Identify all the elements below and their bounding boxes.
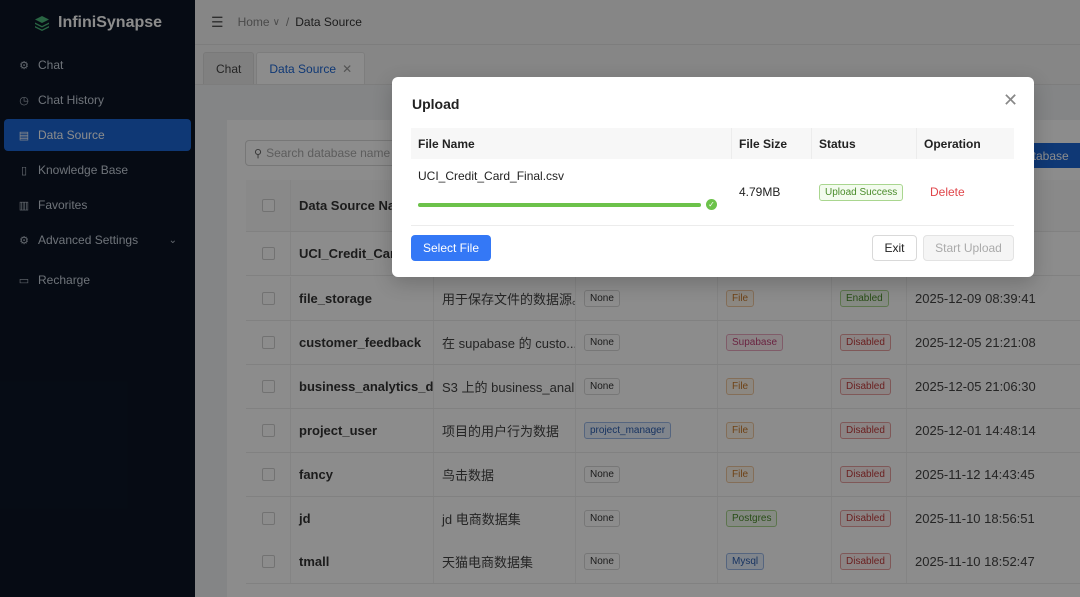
delete-link[interactable]: Delete bbox=[930, 185, 965, 199]
operation-cell: Delete bbox=[917, 159, 1014, 225]
column-header-file-name: File Name bbox=[411, 128, 732, 159]
select-file-button[interactable]: Select File bbox=[411, 235, 491, 261]
file-size-cell: 4.79MB bbox=[732, 159, 812, 225]
column-header-file-size: File Size bbox=[732, 128, 812, 159]
upload-modal: Upload ✕ File Name File Size Status Oper… bbox=[392, 77, 1034, 277]
upload-progress-bar bbox=[418, 203, 701, 207]
file-size: 4.79MB bbox=[739, 185, 781, 199]
close-icon[interactable]: ✕ bbox=[1003, 91, 1018, 109]
status-badge: Upload Success bbox=[819, 183, 904, 201]
modal-title: Upload bbox=[412, 96, 460, 112]
upload-progress-fill bbox=[418, 203, 701, 207]
upload-file-row: UCI_Credit_Card_Final.csv ✓ 4.79MB Uploa… bbox=[411, 159, 1014, 226]
check-circle-icon: ✓ bbox=[706, 199, 717, 210]
column-header-status: Status bbox=[812, 128, 917, 159]
file-name: UCI_Credit_Card_Final.csv bbox=[418, 169, 565, 183]
start-upload-button[interactable]: Start Upload bbox=[923, 235, 1014, 261]
upload-table-header: File Name File Size Status Operation bbox=[411, 128, 1014, 159]
exit-button[interactable]: Exit bbox=[872, 235, 917, 261]
status-cell: Upload Success bbox=[812, 159, 917, 225]
column-header-operation: Operation bbox=[924, 136, 981, 151]
upload-table: File Name File Size Status Operation UCI… bbox=[411, 128, 1014, 226]
file-name-cell: UCI_Credit_Card_Final.csv ✓ bbox=[411, 159, 732, 225]
